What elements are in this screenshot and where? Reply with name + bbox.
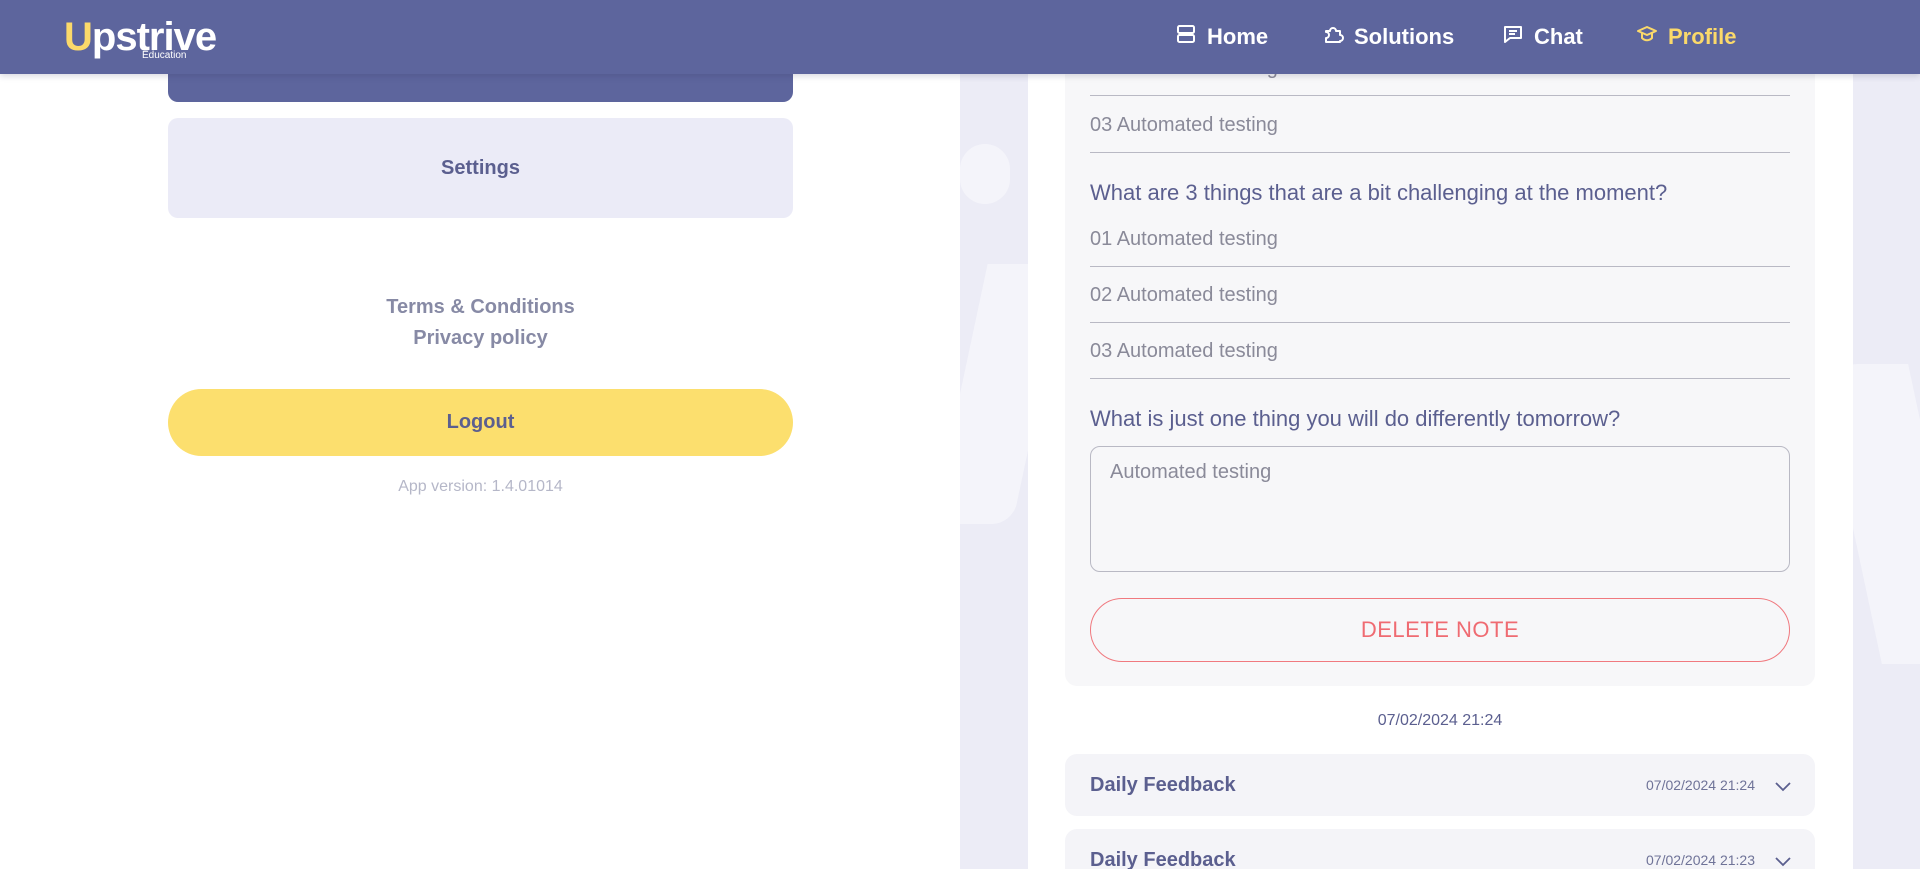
answer-row: 03 Automated testing [1090,323,1790,379]
privacy-link[interactable]: Privacy policy [168,327,793,350]
nav-chat[interactable]: Chat [1502,0,1583,74]
feedback-title: Daily Feedback [1090,774,1236,796]
feedback-title: Daily Feedback [1090,849,1236,869]
puzzle-icon [1322,23,1344,51]
nav-profile-label: Profile [1668,24,1737,49]
nav-home-label: Home [1207,24,1269,49]
feedback-item[interactable]: Daily Feedback 07/02/2024 21:23 [1065,829,1815,869]
question-challenging: What are 3 things that are a bit challen… [1090,180,1668,205]
logout-button[interactable]: Logout [168,389,793,456]
background-shape [960,144,1010,204]
chevron-down-icon[interactable] [1773,851,1793,869]
nav-solutions-label: Solutions [1354,24,1455,49]
answer-row: 01 Automated testing [1090,211,1790,267]
app-version: App version: 1.4.01014 [398,478,563,495]
home-icon [1175,23,1197,51]
chat-icon [1502,23,1524,51]
terms-link[interactable]: Terms & Conditions [168,296,793,319]
upstrive-logo[interactable]: Upstrive Education [64,12,217,64]
date-separator: 07/02/2024 21:24 [1377,712,1503,729]
graduation-cap-icon [1636,23,1658,51]
profile-menu-panel: Settings Terms & Conditions Privacy poli… [0,74,960,869]
chevron-down-icon[interactable] [1773,776,1793,796]
logo-wordmark: Upstrive [64,12,217,62]
feedback-item[interactable]: Daily Feedback 07/02/2024 21:24 [1065,754,1815,816]
nav-solutions[interactable]: Solutions [1322,0,1454,74]
feedback-date: 07/02/2024 21:23 [1646,852,1755,868]
tomorrow-answer-field[interactable]: Automated testing [1090,446,1790,572]
question-tomorrow: What is just one thing you will do diffe… [1090,406,1621,431]
top-navbar: Upstrive Education Home Solutions Chat P… [0,0,1920,74]
nav-chat-label: Chat [1534,24,1583,49]
answer-row: 02 Automated testing [1090,267,1790,323]
nav-home[interactable]: Home [1175,0,1268,74]
settings-button[interactable]: Settings [168,118,793,218]
feedback-date: 07/02/2024 21:24 [1646,777,1755,793]
profile-menu-button-partial[interactable] [168,74,793,102]
logo-subtitle: Education [142,50,187,61]
answer-row: 03 Automated testing [1090,97,1790,153]
nav-profile[interactable]: Profile [1636,0,1736,74]
delete-note-button[interactable]: DELETE NOTE [1090,598,1790,662]
logo-letter-u: U [64,15,93,59]
